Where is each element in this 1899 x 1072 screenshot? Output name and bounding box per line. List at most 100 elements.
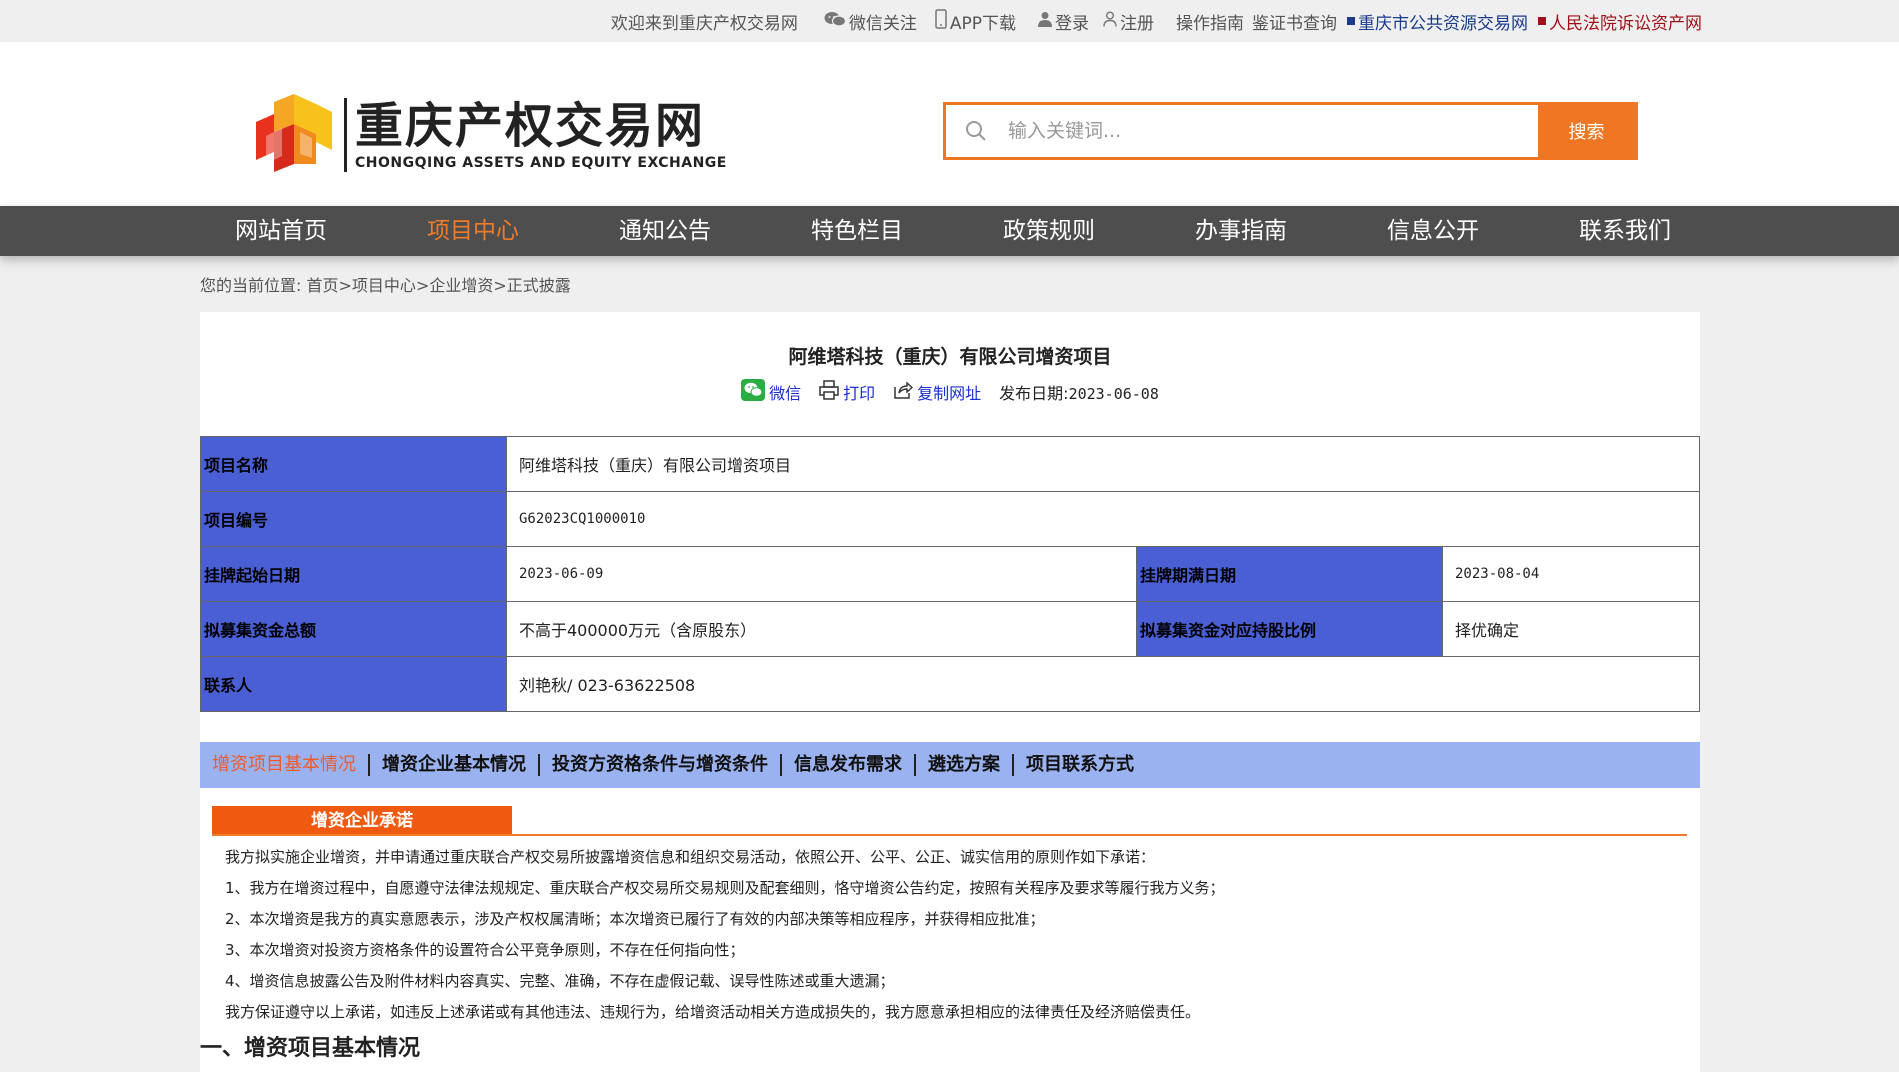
guide-link[interactable]: 操作指南 <box>1176 9 1244 34</box>
wechat-follow-label: 微信关注 <box>848 13 917 34</box>
nav-item-features[interactable]: 特色栏目 <box>761 206 953 256</box>
wechat-icon <box>824 11 846 32</box>
commitment-title: 增资企业承诺 <box>212 806 512 834</box>
search-icon <box>946 120 1006 142</box>
listing-end-value: 2023-08-04 <box>1442 546 1700 602</box>
logo-mark-icon <box>254 94 334 176</box>
wechat-follow-link[interactable]: 微信关注 <box>824 9 917 34</box>
court-assets-label: 人民法院诉讼资产网 <box>1549 13 1702 34</box>
commitment-line: 我方保证遵守以上承诺，如违反上述承诺或有其他违法、违规行为，给增资活动相关方造成… <box>225 1003 1201 1021</box>
breadcrumb-home[interactable]: 首页 <box>307 276 339 295</box>
user-icon <box>1038 11 1052 32</box>
search-button[interactable]: 搜索 <box>1538 105 1635 157</box>
share-wechat-label: 微信 <box>769 384 802 403</box>
listing-end-label: 挂牌期满日期 <box>1136 546 1443 602</box>
share-ratio-label: 拟募集资金对应持股比例 <box>1136 601 1443 657</box>
logo-title-en: CHONGQING ASSETS AND EQUITY EXCHANGE <box>355 155 727 171</box>
listing-start-value: 2023-06-09 <box>506 546 1137 602</box>
tab-company-basics[interactable]: 增资企业基本情况 <box>370 754 540 776</box>
mobile-icon <box>935 8 947 34</box>
nav-item-disclosure[interactable]: 信息公开 <box>1337 206 1529 256</box>
share-icon <box>893 381 917 403</box>
logo-text: 重庆产权交易网 CHONGQING ASSETS AND EQUITY EXCH… <box>344 98 727 172</box>
square-bullet-icon <box>1347 17 1355 25</box>
commitment-line: 我方拟实施企业增资，并申请通过重庆联合产权交易所披露增资信息和组织交易活动，依照… <box>225 848 1156 866</box>
court-assets-link[interactable]: 人民法院诉讼资产网 <box>1538 9 1702 34</box>
breadcrumb-sep: > <box>493 276 507 295</box>
copy-url-label: 复制网址 <box>917 384 982 403</box>
print-label: 打印 <box>843 384 876 403</box>
commitment-line: 1、我方在增资过程中，自愿遵守法律法规规定、重庆联合产权交易所交易规则及配套细则… <box>225 879 1225 897</box>
commitment-line: 2、本次增资是我方的真实意愿表示，涉及产权权属清晰；本次增资已履行了有效的内部决… <box>225 910 1045 928</box>
app-download-link[interactable]: APP下载 <box>935 8 1016 34</box>
section-heading: 一、增资项目基本情况 <box>200 1035 421 1061</box>
publish-date: 发布日期:2023-06-08 <box>999 380 1159 404</box>
table-row: 拟募集资金总额 不高于400000万元（含原股东） 拟募集资金对应持股比例 择优… <box>200 601 1700 657</box>
cert-query-link[interactable]: 鉴证书查询 <box>1252 9 1337 34</box>
share-toolbar: 微信 打印 复制网址 发布日期:2023-06-08 <box>200 379 1700 405</box>
register-link[interactable]: 注册 <box>1103 9 1154 34</box>
tab-selection-plan[interactable]: 遴选方案 <box>916 754 1014 776</box>
table-row: 联系人 刘艳秋/ 023-63622508 <box>200 656 1700 712</box>
search-input[interactable] <box>1006 110 1538 152</box>
raise-amount-label: 拟募集资金总额 <box>200 601 507 657</box>
project-detail-panel: 阿维塔科技（重庆）有限公司增资项目 微信 打印 复制网址 发布日期:2023-0… <box>200 312 1700 1072</box>
table-row: 项目编号 G62023CQ1000010 <box>200 491 1700 547</box>
publish-date-label: 发布日期: <box>999 384 1069 403</box>
tab-investor-conditions[interactable]: 投资方资格条件与增资条件 <box>540 754 782 776</box>
commitment-section-header: 增资企业承诺 <box>212 806 1687 836</box>
app-download-label: APP下载 <box>949 13 1016 34</box>
top-links: 欢迎来到重庆产权交易网 微信关注 APP下载 登录 注册 操作指南 鉴证书查询 … <box>611 0 1702 42</box>
commitment-line: 4、增资信息披露公告及附件材料内容真实、完整、准确，不存在虚假记载、误导性陈述或… <box>225 972 895 990</box>
user-outline-icon <box>1103 11 1117 32</box>
table-row: 挂牌起始日期 2023-06-09 挂牌期满日期 2023-08-04 <box>200 546 1700 602</box>
breadcrumb-sep: > <box>415 276 430 295</box>
nav-item-guide[interactable]: 办事指南 <box>1145 206 1337 256</box>
commitment-text: 我方拟实施企业增资，并申请通过重庆联合产权交易所披露增资信息和组织交易活动，依照… <box>225 842 1225 1028</box>
breadcrumb: 您的当前位置: 首页>项目中心>企业增资>正式披露 <box>200 272 571 296</box>
contact-value: 刘艳秋/ 023-63622508 <box>506 656 1700 712</box>
breadcrumb-project-center[interactable]: 项目中心 <box>352 276 416 295</box>
print-button[interactable]: 打印 <box>819 380 875 404</box>
nav-item-notices[interactable]: 通知公告 <box>569 206 761 256</box>
public-resource-link[interactable]: 重庆市公共资源交易网 <box>1347 9 1528 34</box>
register-label: 注册 <box>1120 13 1154 34</box>
wechat-icon <box>741 379 769 405</box>
nav-item-home[interactable]: 网站首页 <box>185 206 377 256</box>
publish-date-value: 2023-06-08 <box>1068 385 1159 403</box>
tab-contact[interactable]: 项目联系方式 <box>1014 754 1146 776</box>
welcome-text: 欢迎来到重庆产权交易网 <box>610 13 798 34</box>
listing-start-label: 挂牌起始日期 <box>200 546 507 602</box>
public-resource-label: 重庆市公共资源交易网 <box>1358 13 1528 34</box>
raise-amount-value: 不高于400000万元（含原股东） <box>506 601 1137 657</box>
project-name-label: 项目名称 <box>200 436 507 492</box>
nav-item-project-center[interactable]: 项目中心 <box>377 206 569 256</box>
breadcrumb-formal-disclosure[interactable]: 正式披露 <box>507 276 571 295</box>
copy-url-button[interactable]: 复制网址 <box>893 380 981 404</box>
tab-publish-requirements[interactable]: 信息发布需求 <box>782 754 916 776</box>
nav-item-policy[interactable]: 政策规则 <box>953 206 1145 256</box>
project-code-label: 项目编号 <box>200 491 507 547</box>
login-link[interactable]: 登录 <box>1038 9 1089 34</box>
contact-label: 联系人 <box>200 656 507 712</box>
top-bar: 欢迎来到重庆产权交易网 微信关注 APP下载 登录 注册 操作指南 鉴证书查询 … <box>0 0 1899 42</box>
site-logo[interactable]: 重庆产权交易网 CHONGQING ASSETS AND EQUITY EXCH… <box>254 94 727 176</box>
share-ratio-value: 择优确定 <box>1442 601 1700 657</box>
tab-project-basics[interactable]: 增资项目基本情况 <box>200 754 370 776</box>
printer-icon <box>819 380 843 404</box>
commitment-line: 3、本次增资对投资方资格条件的设置符合公平竞争原则，不存在任何指向性； <box>225 941 745 959</box>
project-info-table: 项目名称 阿维塔科技（重庆）有限公司增资项目 项目编号 G62023CQ1000… <box>200 436 1700 712</box>
main-nav: 网站首页 项目中心 通知公告 特色栏目 政策规则 办事指南 信息公开 联系我们 <box>0 206 1899 256</box>
project-name-value: 阿维塔科技（重庆）有限公司增资项目 <box>506 436 1700 492</box>
login-label: 登录 <box>1055 13 1089 34</box>
breadcrumb-prefix: 您的当前位置: <box>200 276 302 295</box>
nav-item-contact[interactable]: 联系我们 <box>1529 206 1721 256</box>
project-code-value: G62023CQ1000010 <box>506 491 1700 547</box>
breadcrumb-sep: > <box>338 276 352 295</box>
share-wechat-button[interactable]: 微信 <box>741 379 801 405</box>
breadcrumb-capital-increase[interactable]: 企业增资 <box>429 276 493 295</box>
header: 重庆产权交易网 CHONGQING ASSETS AND EQUITY EXCH… <box>0 42 1899 206</box>
project-title: 阿维塔科技（重庆）有限公司增资项目 <box>788 346 1112 368</box>
square-bullet-icon <box>1538 17 1546 25</box>
detail-tabs: 增资项目基本情况 增资企业基本情况 投资方资格条件与增资条件 信息发布需求 遴选… <box>200 742 1700 788</box>
